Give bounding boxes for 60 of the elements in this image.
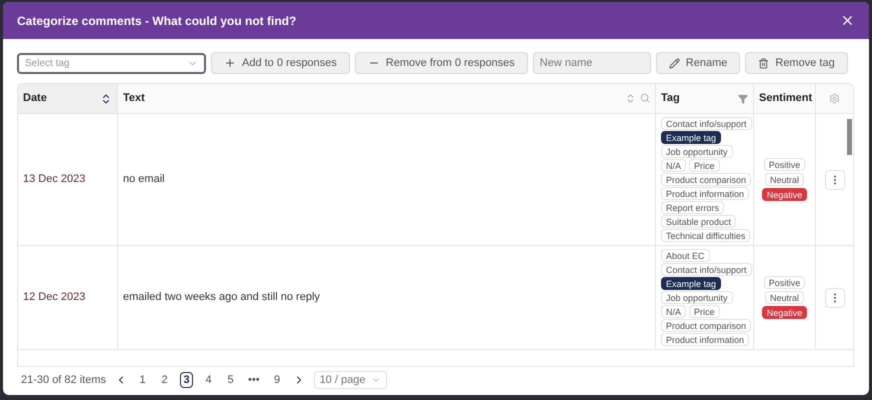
scrollbar-thumb[interactable] — [847, 119, 852, 155]
sentiment-column-header[interactable]: Sentiment — [754, 84, 816, 113]
date-column-header[interactable]: Date — [18, 84, 118, 113]
tag-chip[interactable]: Price — [689, 305, 720, 318]
close-button[interactable] — [840, 13, 855, 28]
tag-chip[interactable]: Product information — [661, 333, 750, 346]
tag-chip[interactable]: Product comparison — [661, 173, 752, 186]
filter-icon — [738, 94, 748, 104]
sentiment-chip[interactable]: Positive — [764, 276, 806, 289]
tag-chip[interactable]: Job opportunity — [661, 291, 733, 304]
tag-chip[interactable]: Suitable product — [661, 215, 736, 228]
tag-chip[interactable]: Example tag — [661, 277, 722, 290]
dialog-title: Categorize comments - What could you not find? — [17, 12, 296, 30]
page-link[interactable]: 3 — [180, 372, 193, 388]
tag-chip[interactable]: Product comparison — [661, 319, 752, 332]
add-button[interactable]: Add to 0 responses — [211, 52, 350, 74]
close-icon — [840, 13, 855, 28]
table-cell: 13 Dec 2023 — [18, 114, 118, 245]
search-icon — [640, 93, 650, 103]
tag-chip[interactable]: N/A — [661, 305, 686, 318]
more-button[interactable] — [824, 170, 844, 190]
page-link[interactable]: ••• — [246, 372, 262, 388]
sentiment-chip[interactable]: Positive — [764, 158, 806, 171]
page-link[interactable]: 5 — [224, 372, 237, 388]
tag-chip[interactable]: Contact info/support — [661, 117, 752, 130]
plus-icon — [224, 57, 236, 69]
page-link[interactable]: 9 — [270, 372, 284, 388]
tag-chip[interactable]: Technical difficulties — [661, 229, 750, 242]
sort-icon — [625, 93, 636, 104]
page-size-select[interactable]: 10 / page — [314, 371, 388, 389]
pencil-icon — [668, 58, 680, 68]
more-button[interactable] — [824, 288, 844, 308]
text-column-header[interactable]: Text — [118, 84, 656, 113]
page-link[interactable]: 4 — [202, 372, 215, 388]
sentiment-chip[interactable]: Negative — [762, 188, 808, 201]
page-link[interactable]: 1 — [136, 372, 149, 388]
sort-icon — [100, 92, 112, 104]
table-cell: emailed two weeks ago and still no reply — [118, 246, 656, 349]
select-placeholder: Select tag — [25, 56, 70, 70]
tag-chip[interactable]: Price — [689, 159, 720, 172]
sentiment-chip[interactable]: Negative — [762, 306, 808, 319]
table-cell: no email — [118, 114, 656, 245]
rename-button[interactable]: Rename — [656, 52, 740, 74]
tag-chip[interactable]: Job opportunity — [661, 145, 733, 158]
page-link[interactable]: 2 — [158, 372, 171, 388]
sentiment-chip[interactable]: Neutral — [764, 173, 804, 186]
tag-column-header[interactable]: Tag — [656, 84, 754, 113]
tag-chip[interactable]: Contact info/support — [661, 263, 752, 276]
tag-chip[interactable]: Report errors — [661, 201, 724, 214]
remove-tag-button[interactable]: Remove tag — [745, 52, 848, 74]
item-count: 21-30 of 82 items — [21, 372, 106, 388]
name-input-field[interactable]: New name — [532, 52, 651, 74]
tag-chip[interactable]: N/A — [661, 159, 686, 172]
trash-icon — [758, 58, 770, 68]
tag-chip[interactable]: Product information — [661, 187, 750, 200]
tag-chip[interactable]: About EC — [661, 249, 710, 262]
remove-button[interactable]: Remove from 0 responses — [354, 52, 528, 74]
sentiment-chip[interactable]: Neutral — [764, 291, 804, 304]
table-cell: 12 Dec 2023 — [18, 246, 118, 349]
tag-chip[interactable]: Example tag — [661, 131, 722, 144]
